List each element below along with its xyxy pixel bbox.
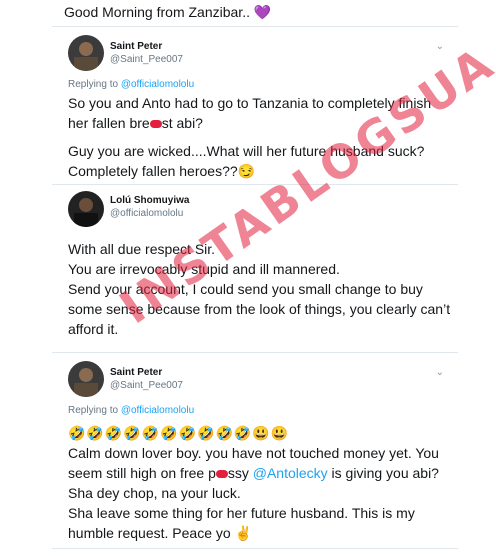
tweet-card[interactable]: Saint Peter @Saint_Pee007 ⌄ Replying to … [52, 352, 458, 549]
emoji-row: 🤣🤣🤣🤣🤣🤣🤣🤣🤣🤣😃😃 [68, 425, 290, 441]
text-line: Completely fallen heroes??😏 [68, 163, 256, 179]
censor-mark [149, 120, 162, 129]
text-fragment: her fallen bre [68, 115, 150, 131]
text-line: You are irrevocably stupid and ill manne… [68, 261, 340, 277]
text-fragment: is giving you abi? [327, 465, 439, 481]
replying-to: Replying to @officialomololu [68, 405, 194, 416]
divider [52, 548, 458, 549]
tweet-text: 🤣🤣🤣🤣🤣🤣🤣🤣🤣🤣😃😃 Calm down lover boy. you ha… [68, 423, 454, 543]
author-handle[interactable]: @Saint_Pee007 [110, 380, 183, 391]
chevron-down-icon[interactable]: ⌄ [436, 367, 444, 378]
text-line: Sha dey chop, na your luck. [68, 485, 241, 501]
replying-prefix: Replying to [68, 405, 121, 416]
text-line: afford it. [68, 321, 119, 337]
text-line: seem still high on free p ssy @Antolecky … [68, 463, 454, 483]
censor-mark [215, 470, 228, 479]
author-name[interactable]: Lolú Shomuyiwa [110, 195, 189, 206]
avatar[interactable] [68, 361, 104, 397]
text-fragment: ssy [227, 465, 253, 481]
author-name[interactable]: Saint Peter [110, 367, 162, 378]
mention-link[interactable]: @officialomololu [121, 405, 194, 416]
author-name[interactable]: Saint Peter [110, 41, 162, 52]
text-fragment: seem still high on free p [68, 465, 216, 481]
chevron-down-icon[interactable]: ⌄ [436, 41, 444, 52]
author-handle[interactable]: @Saint_Pee007 [110, 54, 183, 65]
text-line: Sha leave some thing for her future husb… [68, 505, 415, 521]
replying-to: Replying to @officialomololu [68, 79, 194, 90]
mention-link[interactable]: @Antolecky [253, 465, 328, 481]
mention-link[interactable]: @officialomololu [121, 79, 194, 90]
author-handle[interactable]: @officialomololu [110, 208, 183, 219]
replying-prefix: Replying to [68, 79, 121, 90]
avatar[interactable] [68, 35, 104, 71]
avatar[interactable] [68, 191, 104, 227]
caption: Good Morning from Zanzibar.. 💜 [64, 4, 272, 20]
text-fragment: st abi? [161, 115, 203, 131]
text-line: humble request. Peace yo ✌ [68, 525, 252, 541]
text-line: Calm down lover boy. you have not touche… [68, 445, 439, 461]
